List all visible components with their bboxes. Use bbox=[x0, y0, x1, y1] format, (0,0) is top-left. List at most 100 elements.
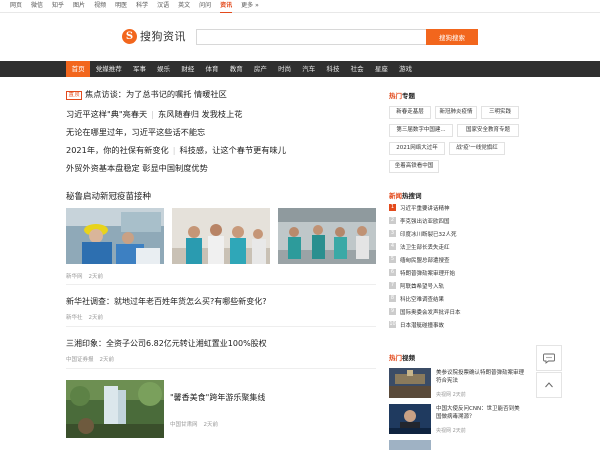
divider bbox=[66, 326, 376, 327]
topnav-item-weixin[interactable]: 微信 bbox=[31, 0, 43, 12]
feature-photo-1[interactable] bbox=[66, 208, 164, 264]
rank-badge: 10 bbox=[389, 321, 396, 328]
feedback-button[interactable] bbox=[536, 345, 562, 371]
video-item[interactable] bbox=[389, 440, 519, 450]
sogou-logo-icon: S bbox=[122, 28, 137, 44]
channel-tech[interactable]: 科技 bbox=[321, 61, 345, 77]
video-item[interactable]: 中国大使反问CNN：世卫能否到美国做病毒溯源？ 央视网 2天前 bbox=[389, 404, 520, 436]
headline-link[interactable]: 2021年，你的社保有新变化 bbox=[66, 145, 169, 155]
topic-chip[interactable]: 新春走基层 bbox=[389, 106, 431, 119]
topnav-item-wenwen[interactable]: 问问 bbox=[199, 0, 211, 12]
channel-auto[interactable]: 汽车 bbox=[297, 61, 321, 77]
search-input[interactable] bbox=[196, 29, 426, 45]
video-thumbnail bbox=[389, 440, 431, 450]
topic-chip[interactable]: 第三届数字中国建... bbox=[389, 124, 453, 137]
vaccination-photo-1 bbox=[66, 208, 164, 264]
topnav-item-science[interactable]: 科学 bbox=[136, 0, 148, 12]
channel-sports[interactable]: 体育 bbox=[200, 61, 224, 77]
topic-chip[interactable]: 坐着高铁看中国 bbox=[389, 160, 439, 173]
feature-title[interactable]: 秘鲁启动新冠疫苗接种 bbox=[66, 190, 151, 202]
channel-home[interactable]: 首页 bbox=[66, 61, 91, 77]
search-button[interactable]: 搜狗搜索 bbox=[426, 29, 478, 45]
topnav-item-web[interactable]: 网页 bbox=[10, 0, 22, 12]
video-source: 央视网 bbox=[436, 392, 452, 398]
headline-text: 焦点访谈：为了总书记的嘱托 情暖社区 bbox=[85, 89, 227, 99]
topnav-item-images[interactable]: 图片 bbox=[73, 0, 85, 12]
channel-finance[interactable]: 财经 bbox=[176, 61, 200, 77]
headline-text: 外贸外资基本盘稳定 彰显中国制度优势 bbox=[66, 163, 208, 173]
hot-search-item[interactable]: 8 科比空难调查结果 bbox=[389, 293, 444, 304]
hot-search-item[interactable]: 10 日本潜艇碰撞事故 bbox=[389, 319, 444, 330]
topics-heading: 热门专题 bbox=[389, 90, 415, 100]
channel-horoscope[interactable]: 星座 bbox=[369, 61, 393, 77]
topnav-item-zhihu[interactable]: 知乎 bbox=[52, 0, 64, 12]
channel-education[interactable]: 教育 bbox=[224, 61, 248, 77]
video-title: 中国大使反问CNN：世卫能否到美国做病毒溯源？ bbox=[436, 406, 520, 420]
video-item[interactable]: 美参议院投票确认特朗普弹劾案审理符合宪法 央视网 2天前 bbox=[389, 368, 524, 400]
separator: | bbox=[151, 109, 154, 119]
channel-party-media[interactable]: 党媒推荐 bbox=[90, 61, 127, 77]
vaccination-photo-3 bbox=[278, 208, 376, 264]
sogou-logo[interactable]: S 搜狗资讯 bbox=[122, 28, 186, 44]
headline-top[interactable]: 置顶 焦点访谈：为了总书记的嘱托 情暖社区 bbox=[66, 88, 227, 100]
channel-games[interactable]: 游戏 bbox=[393, 61, 417, 77]
feature-meta: 新华网 2天前 bbox=[66, 272, 109, 280]
topic-chip[interactable]: 新冠肺炎疫情 bbox=[435, 106, 477, 119]
heading-text: 专题 bbox=[402, 92, 415, 100]
waterfall-photo bbox=[66, 380, 164, 438]
hot-search-item[interactable]: 1 习近平重要讲话精神 bbox=[389, 202, 450, 213]
hot-search-item[interactable]: 4 法卫生部长丢失走红 bbox=[389, 241, 450, 252]
topic-chip[interactable]: 2021网络大过年 bbox=[389, 142, 445, 155]
channel-entertainment[interactable]: 娱乐 bbox=[152, 61, 176, 77]
hot-search-item[interactable]: 3 印度冰川断裂已32人死 bbox=[389, 228, 457, 239]
rank-badge: 8 bbox=[389, 295, 396, 302]
headline-row-5[interactable]: 外贸外资基本盘稳定 彰显中国制度优势 bbox=[66, 162, 208, 174]
video-thumb-3 bbox=[389, 440, 431, 450]
hot-search-text: 法卫生部长丢失走红 bbox=[400, 244, 450, 251]
headline-link[interactable]: 习近平这样"典"亮春天 bbox=[66, 109, 147, 119]
news-source: 中国甘肃网 bbox=[170, 422, 198, 428]
topnav-item-video[interactable]: 视频 bbox=[94, 0, 106, 12]
separator: | bbox=[172, 145, 176, 155]
hot-search-text: 特朗普弹劾案审理开始 bbox=[400, 270, 456, 277]
topnav-item-medical[interactable]: 明医 bbox=[115, 0, 127, 12]
topic-chip[interactable]: 战'疫'一线党旗红 bbox=[449, 142, 505, 155]
video-source: 央视网 bbox=[436, 428, 452, 434]
topnav-item-news[interactable]: 资讯 bbox=[220, 0, 233, 13]
channel-fashion[interactable]: 时尚 bbox=[273, 61, 297, 77]
hot-search-item[interactable]: 2 李克强出访亚欧四国 bbox=[389, 215, 450, 226]
feature-photo-2[interactable] bbox=[172, 208, 270, 264]
channel-military[interactable]: 军事 bbox=[127, 61, 151, 77]
video-meta: 央视网 2天前 bbox=[436, 391, 466, 398]
pinned-badge: 置顶 bbox=[66, 91, 83, 100]
topic-chip[interactable]: 三明实践 bbox=[481, 106, 519, 119]
back-to-top-button[interactable] bbox=[536, 372, 562, 398]
hot-search-text: 科比空难调查结果 bbox=[400, 296, 445, 303]
rank-badge: 3 bbox=[389, 230, 396, 237]
headline-link[interactable]: 东风随春归 发我枝上花 bbox=[158, 109, 242, 119]
news-item-title[interactable]: 三湘印象：全资子公司6.82亿元转让湘虹置业100%股权 bbox=[66, 338, 267, 349]
headline-link[interactable]: 科技感，让这个春节更有味儿 bbox=[179, 145, 285, 155]
news-thumbnail[interactable] bbox=[66, 380, 164, 438]
hot-search-item[interactable]: 9 国际奥委会发声批评日本 bbox=[389, 306, 461, 317]
feature-photo-3[interactable] bbox=[278, 208, 376, 264]
hot-search-item[interactable]: 6 特朗普弹劾案审理开始 bbox=[389, 267, 455, 278]
channel-real-estate[interactable]: 房产 bbox=[248, 61, 272, 77]
heading-accent: 新闻 bbox=[389, 192, 402, 200]
video-time: 2天前 bbox=[452, 428, 466, 434]
news-item-title[interactable]: 新华社调查：就地过年老百姓年货怎么买?有哪些新变化? bbox=[66, 296, 267, 307]
channel-society[interactable]: 社会 bbox=[345, 61, 369, 77]
video-time: 2天前 bbox=[452, 392, 466, 398]
hot-search-heading: 新闻热搜词 bbox=[389, 190, 422, 200]
topnav-item-english[interactable]: 英文 bbox=[178, 0, 190, 12]
hot-search-item[interactable]: 7 阿联酋希望号入轨 bbox=[389, 280, 444, 291]
headline-row-3[interactable]: 无论在哪里过年，习近平这些话不能忘 bbox=[66, 126, 205, 138]
topic-chip[interactable]: 国家安全教育专题 bbox=[457, 124, 519, 137]
topnav-item-more[interactable]: 更多 » bbox=[241, 0, 259, 12]
news-time: 2天前 bbox=[88, 315, 104, 321]
hot-search-item[interactable]: 5 缅甸民盟总部遭搜查 bbox=[389, 254, 450, 265]
topnav-item-chinese[interactable]: 汉语 bbox=[157, 0, 169, 12]
news-item-title[interactable]: "馨香美食"跨年游乐聚集线 bbox=[170, 392, 265, 403]
senate-video-thumb bbox=[389, 368, 431, 398]
hot-video-heading: 热门视频 bbox=[389, 352, 415, 362]
